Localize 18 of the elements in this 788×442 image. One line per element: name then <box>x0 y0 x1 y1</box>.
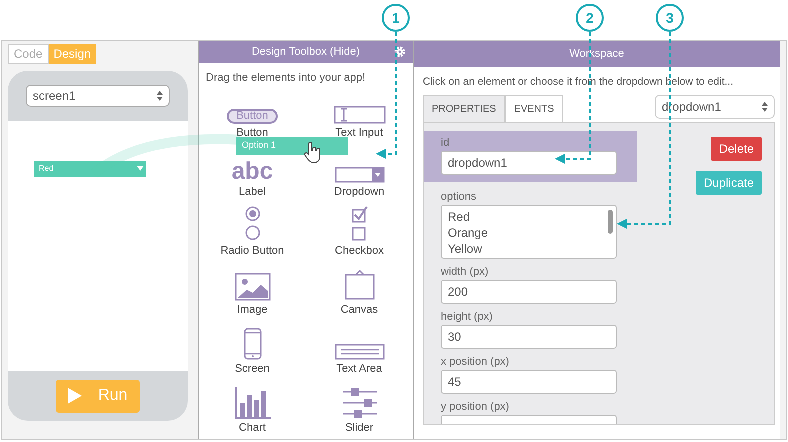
field-label: id <box>441 136 451 151</box>
dragged-option: Option 1 <box>236 137 348 155</box>
button-icon: Button <box>226 109 278 124</box>
field-label: x position (px) <box>441 355 510 370</box>
option-line: Yellow <box>448 241 484 257</box>
label-icon: abc <box>232 161 274 183</box>
callout-number: 2 <box>576 4 604 32</box>
field-label: height (px) <box>441 310 494 325</box>
field-label: y position (px) <box>441 400 510 415</box>
callout-number: 1 <box>382 4 410 32</box>
option-line: Red <box>448 209 472 225</box>
toolbox-header: Design Toolbox (Hide) <box>199 41 413 63</box>
field-label: options <box>441 190 478 205</box>
option-line: Orange <box>448 225 490 241</box>
toolbox-hint: Drag the elements into your app! <box>205 71 367 85</box>
callout-number: 3 <box>656 4 684 32</box>
workspace-header: Workspace <box>414 41 780 67</box>
field-label: width (px) <box>441 265 490 280</box>
